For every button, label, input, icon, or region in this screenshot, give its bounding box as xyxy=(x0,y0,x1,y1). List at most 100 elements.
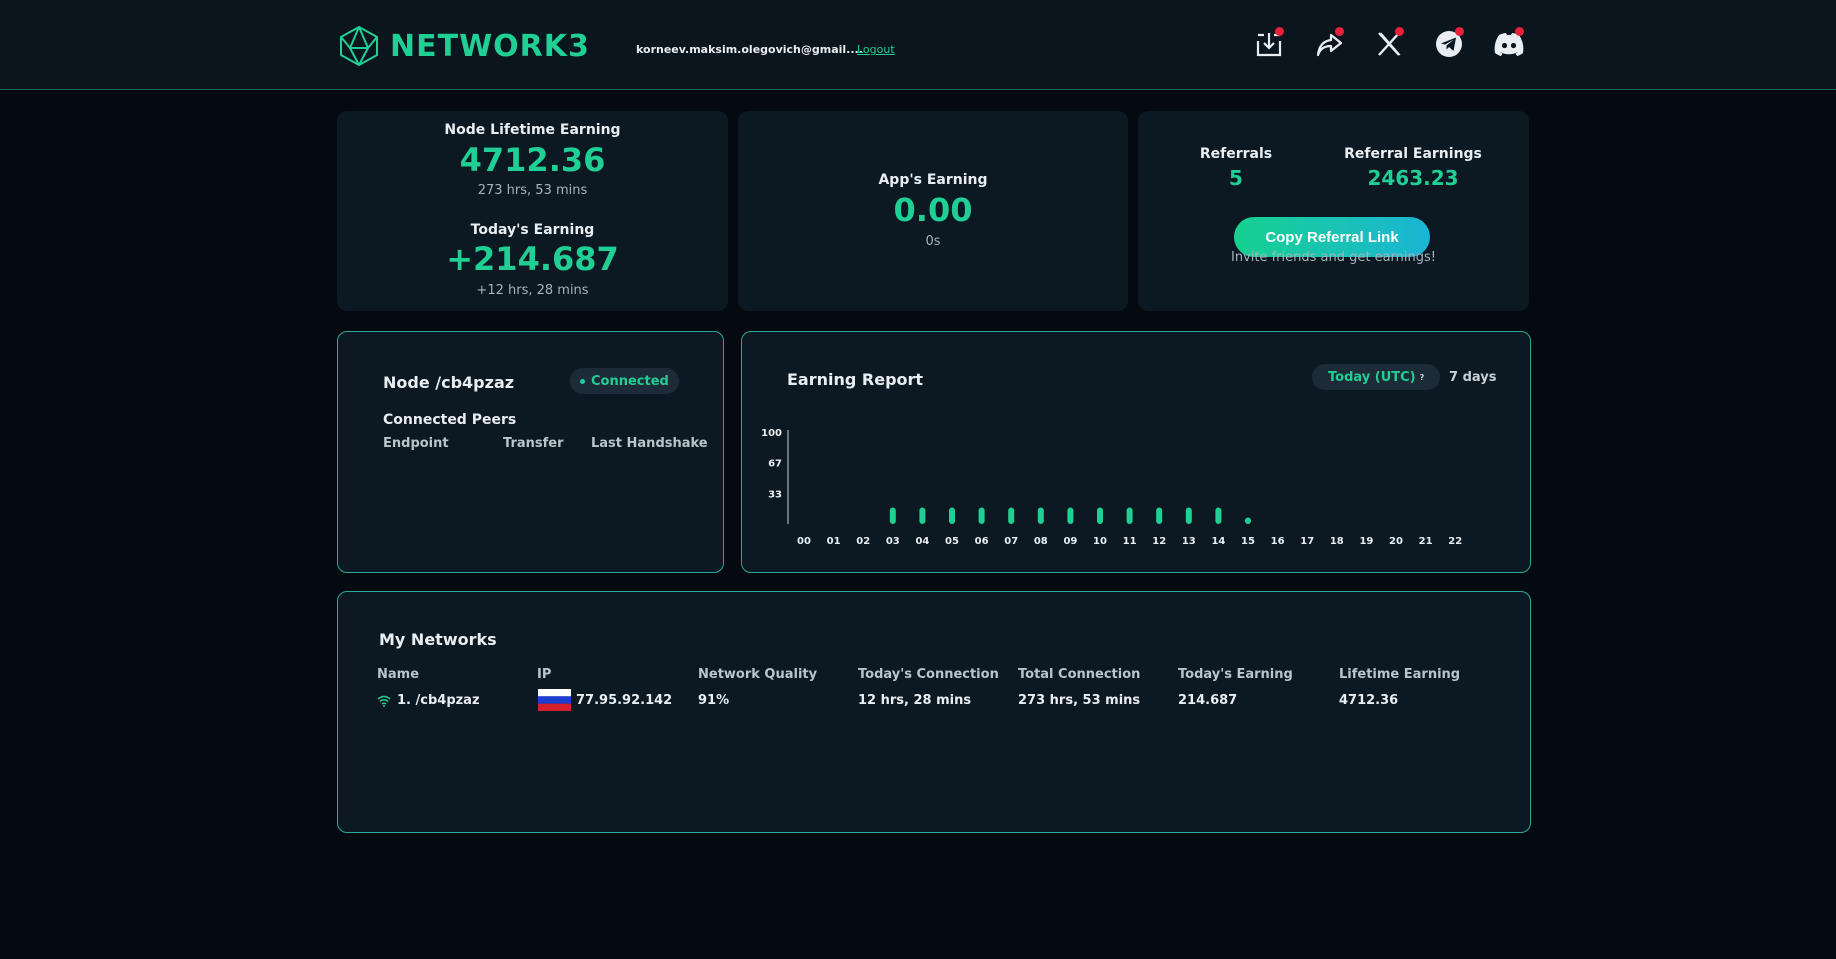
node-title: Node /cb4pzaz xyxy=(383,373,515,392)
network-lifetime-earning: 4712.36 xyxy=(1339,693,1399,708)
chart-bar-06[interactable] xyxy=(978,507,985,524)
col-lifetime-earning: Lifetime Earning xyxy=(1339,667,1461,682)
x-tick-label: 06 xyxy=(975,536,989,547)
app-earning-card: App's Earning 0.00 0s xyxy=(738,111,1128,311)
connected-peers-label: Connected Peers xyxy=(383,412,517,428)
tab-today-label: Today (UTC) xyxy=(1328,369,1416,385)
notification-dot xyxy=(1455,27,1464,36)
header-icon-bar xyxy=(1252,26,1526,62)
earning-chart: 100 67 33 00 01 02 03 04 05 06 07 08 09 10 11 12 13 14 15 1… xyxy=(761,428,1462,547)
x-tick-label: 02 xyxy=(856,536,870,547)
y-tick-label: 100 xyxy=(761,428,782,439)
col-todays-connection: Today's Connection xyxy=(858,667,999,682)
app-earning-value: 0.00 xyxy=(893,191,973,229)
chart-bar-09[interactable] xyxy=(1067,507,1074,524)
referral-earnings-value: 2463.23 xyxy=(1367,166,1459,190)
referral-card: Referrals 5 Referral Earnings 2463.23 Co… xyxy=(1138,111,1529,311)
x-tick-label: 08 xyxy=(1034,536,1048,547)
my-networks-title: My Networks xyxy=(379,630,497,649)
chart-bar-08[interactable] xyxy=(1037,507,1044,524)
col-name: Name xyxy=(377,667,420,682)
app-earning-time: 0s xyxy=(925,234,941,249)
user-email: korneev.maksim.olegovich@gmail.... xyxy=(636,43,863,56)
chart-bar-03[interactable] xyxy=(889,507,896,524)
x-tick-label: 21 xyxy=(1419,536,1433,547)
lifetime-time: 273 hrs, 53 mins xyxy=(477,183,588,198)
my-networks-card: My Networks Name IP Network Quality Toda… xyxy=(337,591,1531,833)
x-tick-label: 13 xyxy=(1182,536,1196,547)
top-header: NETWORK3 korneev.maksim.olegovich@gmail.… xyxy=(0,0,1836,90)
help-icon[interactable]: ? xyxy=(1420,373,1425,382)
notification-dot xyxy=(1275,27,1284,36)
download-button[interactable] xyxy=(1252,26,1286,62)
referrals-label: Referrals xyxy=(1199,146,1273,162)
x-tick-label: 07 xyxy=(1004,536,1018,547)
col-total-connection: Total Connection xyxy=(1018,667,1141,682)
node-card: Node /cb4pzaz Connected Connected Peers … xyxy=(337,331,724,573)
col-ip: IP xyxy=(537,667,552,682)
invite-text: Invite friends and get earnings! xyxy=(1230,250,1436,265)
x-tick-label: 18 xyxy=(1330,536,1344,547)
status-badge: Connected xyxy=(570,368,679,394)
network-ip: 77.95.92.142 xyxy=(576,693,673,708)
notification-dot xyxy=(1515,27,1524,36)
share-button[interactable] xyxy=(1312,26,1346,62)
notification-dot xyxy=(1335,27,1344,36)
tab-7-days[interactable]: 7 days xyxy=(1449,370,1496,385)
network-total-connection: 273 hrs, 53 mins xyxy=(1018,693,1141,708)
logo-text: NETWORK3 xyxy=(390,28,590,64)
network3-logo[interactable]: NETWORK3 xyxy=(336,24,590,68)
wifi-icon xyxy=(377,695,391,707)
earning-report-card: Earning Report Today (UTC) ? 7 days 100 6… xyxy=(741,331,1531,573)
earnings-card: Node Lifetime Earning 4712.36 273 hrs, 5… xyxy=(337,111,728,311)
network-today-earning: 214.687 xyxy=(1178,693,1238,708)
chart-bar-10[interactable] xyxy=(1097,507,1103,524)
y-tick-label: 67 xyxy=(768,458,782,469)
y-tick-label: 33 xyxy=(768,490,782,501)
tab-today-utc[interactable]: Today (UTC) ? xyxy=(1312,364,1441,390)
network-quality: 91% xyxy=(698,693,730,708)
chart-bar-07[interactable] xyxy=(1008,507,1015,524)
chart-bar-14[interactable] xyxy=(1215,507,1222,524)
x-tick-label: 09 xyxy=(1063,536,1077,547)
chart-bar-13[interactable] xyxy=(1185,507,1192,524)
x-tick-label: 22 xyxy=(1448,536,1462,547)
app-earning-label: App's Earning xyxy=(878,172,988,188)
earning-report-title: Earning Report xyxy=(787,370,924,389)
x-tick-label: 04 xyxy=(915,536,929,547)
telegram-button[interactable] xyxy=(1432,26,1466,62)
discord-button[interactable] xyxy=(1492,26,1526,62)
lifetime-earning-label: Node Lifetime Earning xyxy=(444,122,621,138)
peers-col-last-handshake: Last Handshake xyxy=(591,436,708,451)
x-tick-label: 03 xyxy=(886,536,900,547)
x-tick-label: 20 xyxy=(1389,536,1403,547)
x-tick-label: 17 xyxy=(1300,536,1314,547)
referral-earnings-label: Referral Earnings xyxy=(1344,146,1482,162)
status-text: Connected xyxy=(591,373,669,389)
x-tick-label: 15 xyxy=(1241,536,1255,547)
x-tick-label: 10 xyxy=(1093,536,1107,547)
x-tick-label: 12 xyxy=(1152,536,1166,547)
x-tick-label: 16 xyxy=(1271,536,1285,547)
chart-bar-12[interactable] xyxy=(1156,507,1163,524)
x-twitter-button[interactable] xyxy=(1372,26,1406,62)
network-name: 1. /cb4pzaz xyxy=(397,693,480,708)
lifetime-earning-value: 4712.36 xyxy=(459,141,606,179)
russia-flag-icon xyxy=(538,689,571,711)
logout-link[interactable]: Logout xyxy=(857,43,895,56)
chart-bar-15[interactable] xyxy=(1245,517,1251,524)
x-tick-label: 14 xyxy=(1211,536,1225,547)
chart-bar-05[interactable] xyxy=(949,507,955,524)
today-time: +12 hrs, 28 mins xyxy=(476,283,589,298)
notification-dot xyxy=(1395,27,1404,36)
today-earning-label: Today's Earning xyxy=(470,222,595,238)
network-today-connection: 12 hrs, 28 mins xyxy=(858,693,972,708)
x-tick-label: 05 xyxy=(945,536,959,547)
x-tick-label: 11 xyxy=(1123,536,1137,547)
x-tick-label: 00 xyxy=(797,536,811,547)
x-tick-label: 19 xyxy=(1359,536,1373,547)
col-network-quality: Network Quality xyxy=(698,667,818,682)
chart-bar-11[interactable] xyxy=(1126,507,1133,524)
peers-col-endpoint: Endpoint xyxy=(383,436,449,451)
chart-bar-04[interactable] xyxy=(919,507,926,524)
